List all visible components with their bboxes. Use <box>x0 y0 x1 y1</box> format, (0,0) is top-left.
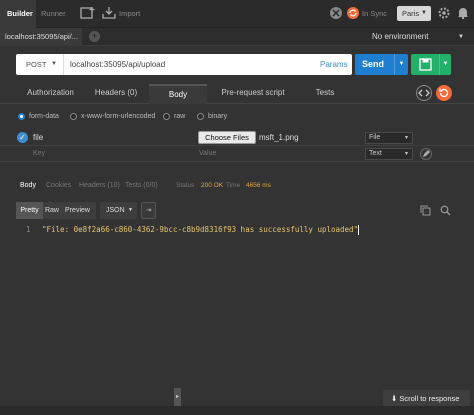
response-tab-headers[interactable]: Headers (10) <box>79 179 120 193</box>
chevron-down-icon: ▼ <box>458 34 464 40</box>
builder-mode-tab[interactable]: Builder <box>0 0 36 28</box>
gear-icon[interactable] <box>436 6 452 20</box>
chevron-down-icon: ▼ <box>128 207 133 213</box>
request-tab[interactable]: localhost:35095/api/... <box>0 28 82 46</box>
radio-form-data[interactable] <box>18 113 25 120</box>
form-data-row: Key Value Text ▼ <box>0 146 474 162</box>
bottom-bar <box>0 406 474 415</box>
url-bar: POST ▼ Params <box>16 54 352 75</box>
response-line-text: "File: 0e8f2a66-c860-4362-9bcc-c8b9d8316… <box>42 225 359 234</box>
format-raw-button[interactable]: Raw <box>43 202 61 219</box>
request-section-tabs: Authorization Headers (0) Body Pre-reque… <box>0 84 474 104</box>
bulk-edit-icon[interactable] <box>420 148 432 160</box>
format-pretty-button[interactable]: Pretty <box>16 202 43 219</box>
response-tab-tests[interactable]: Tests (0/0) <box>125 179 158 193</box>
row-enabled-checkbox[interactable]: ✓ <box>17 132 28 143</box>
time-value: 4656 ms <box>246 182 271 189</box>
format-preview-button[interactable]: Preview <box>61 202 94 219</box>
arrow-down-icon: ⬇ <box>391 394 398 403</box>
radio-raw-label[interactable]: raw <box>174 111 185 123</box>
tab-tests[interactable]: Tests <box>299 84 351 104</box>
response-tabs: Body Cookies Headers (10) Tests (0/0) St… <box>0 179 474 193</box>
value-field-placeholder[interactable]: Value <box>199 146 216 162</box>
time-label: Time <box>226 182 241 189</box>
scroll-to-response-button[interactable]: ⬇ Scroll to response <box>383 390 470 407</box>
response-format-group: Pretty Raw Preview <box>16 202 96 219</box>
form-data-row: ✓ file Choose Files msft_1.png File ▼ <box>0 130 474 146</box>
type-select[interactable]: Text ▼ <box>365 148 413 160</box>
chevron-down-icon[interactable]: ▼ <box>439 54 451 75</box>
language-select[interactable]: JSON ▼ <box>100 202 137 219</box>
line-number: 1 <box>26 225 31 234</box>
url-input[interactable] <box>70 54 310 75</box>
radio-binary[interactable] <box>197 113 204 120</box>
response-line: "File: 0e8f2a66-c860-4362-9bcc-c8b9d8316… <box>42 224 360 236</box>
import-icon[interactable] <box>101 6 117 20</box>
type-select-value: Text <box>369 150 382 157</box>
environment-label: No environment <box>372 32 429 41</box>
chevron-down-icon: ▼ <box>51 61 57 67</box>
tab-body[interactable]: Body <box>149 84 207 104</box>
radio-raw[interactable] <box>163 113 170 120</box>
chevron-down-icon[interactable]: ▼ <box>394 54 408 75</box>
response-body[interactable]: 1 "File: 0e8f2a66-c860-4362-9bcc-c8b9d83… <box>0 224 474 396</box>
new-tab-button[interactable]: + <box>89 31 100 42</box>
chevron-down-icon: ▼ <box>404 135 409 141</box>
method-label: POST <box>26 60 47 69</box>
panel-resize-handle[interactable]: ▸ <box>174 388 181 406</box>
save-button[interactable]: ▼ <box>411 54 451 75</box>
key-field-placeholder[interactable]: Key <box>33 146 45 162</box>
send-button[interactable]: Send ▼ <box>355 54 408 75</box>
copy-icon[interactable] <box>420 205 431 216</box>
language-value: JSON <box>106 207 125 214</box>
wrap-lines-button[interactable]: ⇥ <box>141 202 156 219</box>
response-tab-cookies[interactable]: Cookies <box>46 179 71 193</box>
radio-urlencoded[interactable] <box>70 113 77 120</box>
tab-authorization[interactable]: Authorization <box>18 84 83 104</box>
send-label: Send <box>362 59 385 69</box>
type-select-value: File <box>369 134 381 141</box>
user-menu-button[interactable]: Paris ▼ <box>397 6 431 21</box>
import-label[interactable]: Import <box>119 0 140 28</box>
status-value: 200 OK <box>201 182 224 189</box>
history-icon[interactable] <box>436 85 452 101</box>
tab-pre-request-script[interactable]: Pre-request script <box>212 84 294 104</box>
type-select[interactable]: File ▼ <box>365 132 413 144</box>
sync-icon[interactable] <box>345 6 361 20</box>
chevron-down-icon: ▼ <box>404 151 409 157</box>
bell-icon[interactable] <box>455 6 471 20</box>
user-name: Paris <box>402 9 420 18</box>
response-tab-body[interactable]: Body <box>20 179 36 193</box>
radio-form-data-label[interactable]: form-data <box>29 111 59 123</box>
interceptor-icon[interactable] <box>328 6 344 20</box>
params-button[interactable]: Params <box>320 54 348 75</box>
runner-mode-tab[interactable]: Runner <box>38 0 68 28</box>
save-icon <box>419 58 432 71</box>
tab-headers[interactable]: Headers (0) <box>88 84 144 104</box>
sync-status: In Sync <box>362 9 388 18</box>
new-window-icon[interactable] <box>80 6 96 20</box>
request-tab-bar: localhost:35095/api/... + No environment… <box>0 28 474 46</box>
key-field[interactable]: file <box>33 130 43 146</box>
code-snippet-icon[interactable] <box>416 85 432 101</box>
text-cursor <box>358 225 360 235</box>
choose-files-button[interactable]: Choose Files <box>198 131 256 144</box>
radio-urlencoded-label[interactable]: x-www-form-urlencoded <box>81 111 155 123</box>
method-select[interactable]: POST ▼ <box>16 54 64 75</box>
status-label: Status <box>176 182 195 189</box>
scroll-to-response-label: Scroll to response <box>399 394 460 403</box>
top-bar: Builder Runner Import In Sync Paris ▼ <box>0 0 474 28</box>
radio-binary-label[interactable]: binary <box>208 111 227 123</box>
environment-select[interactable]: No environment ▼ <box>360 28 470 46</box>
chevron-down-icon: ▼ <box>421 10 427 16</box>
body-type-group: form-data x-www-form-urlencoded raw bina… <box>0 111 474 123</box>
search-icon[interactable] <box>440 205 451 216</box>
selected-file-name: msft_1.png <box>259 133 299 142</box>
